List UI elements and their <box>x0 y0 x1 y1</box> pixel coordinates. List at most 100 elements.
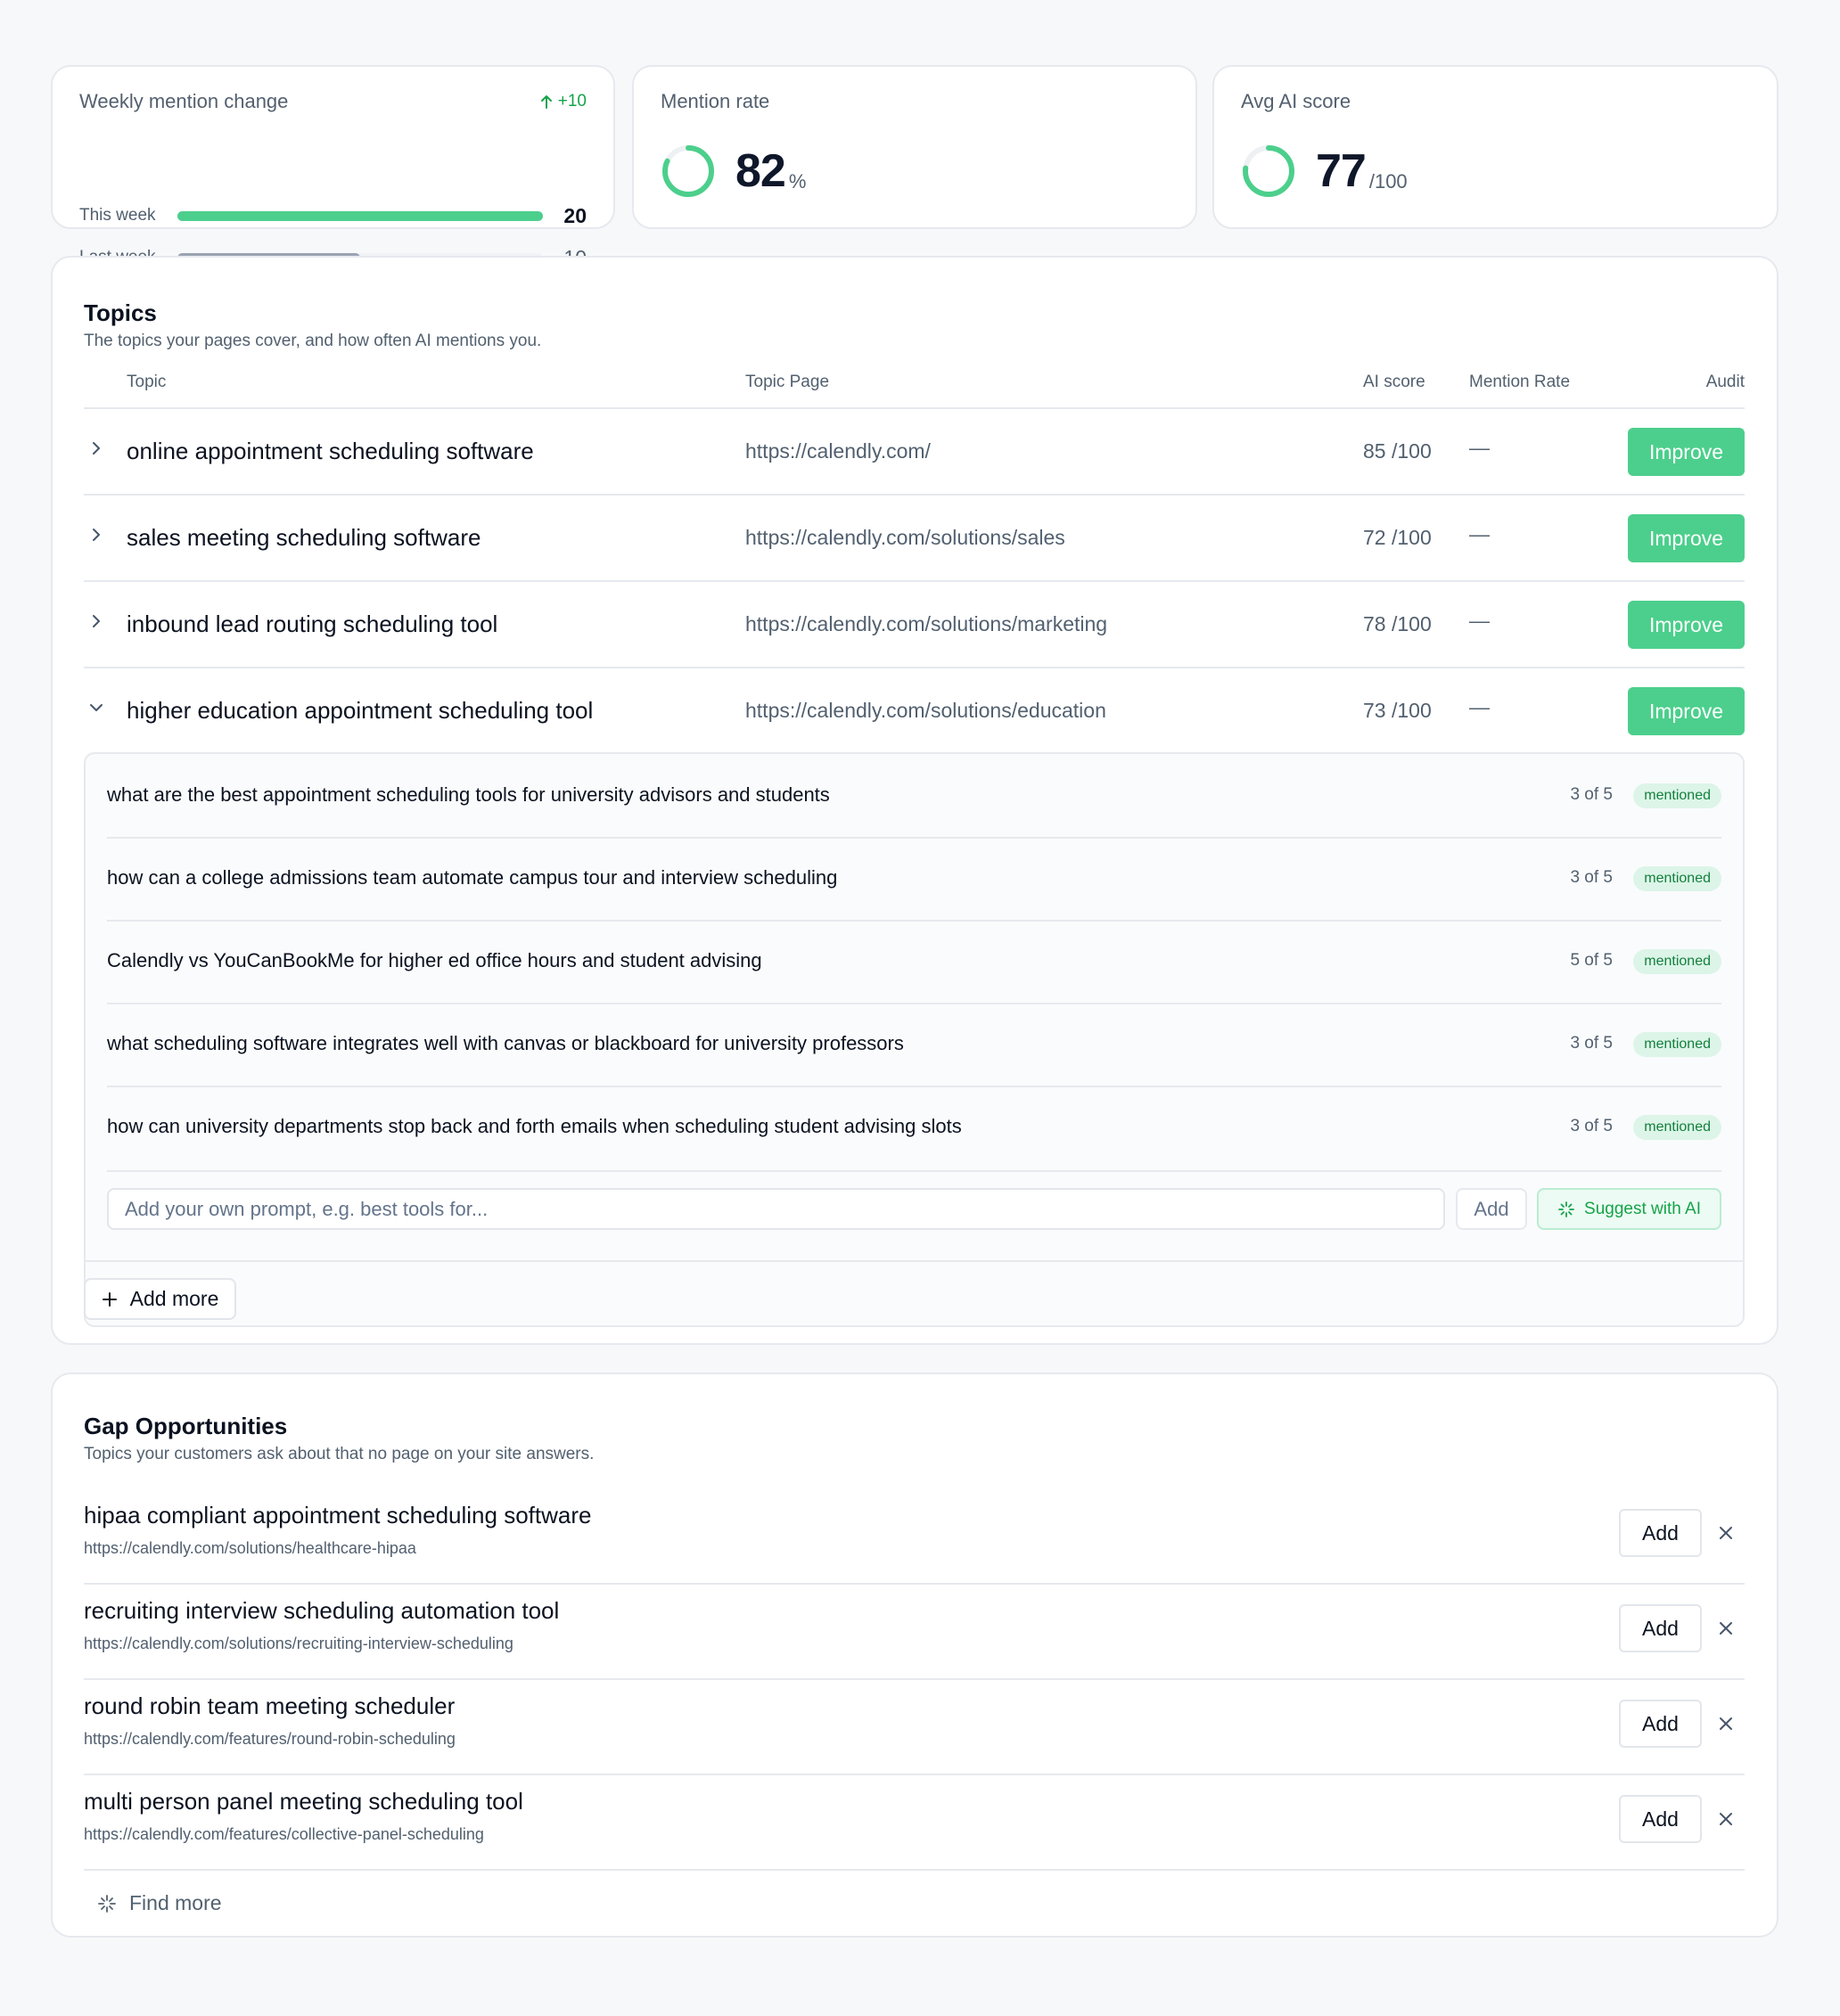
topic-ai-score: 72 /100 <box>1363 526 1432 549</box>
topic-mention-rate: — <box>1469 522 1490 545</box>
mentioned-badge: mentioned <box>1633 1032 1721 1057</box>
dashboard-page: Weekly mention change +10 This week 20 L… <box>0 0 1840 2016</box>
close-icon[interactable] <box>1718 1716 1734 1732</box>
prompt-text: what are the best appointment scheduling… <box>107 783 830 806</box>
prompt-mention-count: 5 of 5 <box>1570 951 1613 970</box>
prompt-text: how can university departments stop back… <box>107 1115 962 1137</box>
prompt-mention-count: 3 of 5 <box>1570 1034 1613 1053</box>
prompts-panel: what are the best appointment scheduling… <box>84 752 1745 1327</box>
prompt-divider <box>107 1170 1721 1172</box>
section-divider <box>84 1260 1745 1262</box>
gap-item: multi person panel meeting scheduling to… <box>84 1774 1745 1869</box>
gap-topic: recruiting interview scheduling automati… <box>84 1597 560 1624</box>
add-more-button[interactable]: Add more <box>84 1278 236 1320</box>
mention-rate-ring <box>662 145 714 197</box>
topic-name: higher education appointment scheduling … <box>127 697 594 724</box>
mention-rate-unit: % <box>788 170 807 193</box>
add-prompt-button[interactable]: Add <box>1456 1188 1527 1230</box>
add-gap-button[interactable]: Add <box>1619 1604 1702 1652</box>
topics-subtitle: The topics your pages cover, and how oft… <box>84 332 542 350</box>
custom-prompt-input[interactable] <box>107 1188 1445 1230</box>
topics-table-header: Topic Topic Page AI score Mention Rate A… <box>84 373 1745 399</box>
mentioned-badge: mentioned <box>1633 1115 1721 1140</box>
add-gap-button[interactable]: Add <box>1619 1795 1702 1843</box>
prompt-mention-count: 3 of 5 <box>1570 868 1613 887</box>
find-more-label: Find more <box>129 1891 222 1914</box>
gap-suggested-url: https://calendly.com/solutions/recruitin… <box>84 1635 513 1652</box>
weekly-delta-value: +10 <box>557 92 587 111</box>
close-icon[interactable] <box>1718 1525 1734 1541</box>
gap-item: recruiting interview scheduling automati… <box>84 1583 1745 1678</box>
this-week-bar-fill <box>177 210 543 221</box>
topic-page-url[interactable]: https://calendly.com/solutions/marketing <box>745 612 1107 636</box>
weekly-mention-card: Weekly mention change +10 This week 20 L… <box>51 65 615 269</box>
weekly-mention-title: Weekly mention change <box>79 90 289 112</box>
gap-item: round robin team meeting scheduler https… <box>84 1678 1745 1774</box>
prompt-row: Calendly vs YouCanBookMe for higher ed o… <box>107 920 1721 1003</box>
gap-suggested-url: https://calendly.com/features/round-robi… <box>84 1730 456 1748</box>
suggest-with-ai-label: Suggest with AI <box>1584 1199 1701 1218</box>
this-week-row: This week 20 <box>79 202 587 229</box>
close-icon[interactable] <box>1718 1620 1734 1636</box>
add-gap-button[interactable]: Add <box>1619 1509 1702 1557</box>
topic-ai-score: 85 /100 <box>1363 439 1432 463</box>
topic-row[interactable]: online appointment scheduling software h… <box>84 409 1745 495</box>
improve-button[interactable]: Improve <box>1628 687 1745 735</box>
arrow-up-icon <box>540 95 552 109</box>
chevron-right-icon[interactable] <box>87 439 105 457</box>
mentioned-badge: mentioned <box>1633 949 1721 974</box>
col-topic: Topic <box>127 373 167 391</box>
close-icon[interactable] <box>1718 1811 1734 1827</box>
mention-rate-card: Mention rate 82 % <box>632 65 1197 229</box>
gap-item: hipaa compliant appointment scheduling s… <box>84 1487 1745 1583</box>
gap-topic: hipaa compliant appointment scheduling s… <box>84 1502 592 1528</box>
add-more-label: Add more <box>129 1287 219 1310</box>
find-more-button[interactable]: Find more <box>97 1891 222 1915</box>
topic-page-url[interactable]: https://calendly.com/solutions/education <box>745 699 1106 723</box>
this-week-label: This week <box>79 206 156 225</box>
gap-suggested-url: https://calendly.com/solutions/healthcar… <box>84 1539 416 1557</box>
ai-score-display: 77 /100 <box>1241 143 1408 199</box>
topic-row[interactable]: inbound lead routing scheduling tool htt… <box>84 582 1745 668</box>
mention-rate-value: 82 <box>735 145 786 197</box>
chevron-right-icon[interactable] <box>87 526 105 544</box>
this-week-bar-track <box>177 210 543 221</box>
col-ai-score: AI score <box>1363 373 1425 391</box>
topic-ai-score: 73 /100 <box>1363 699 1432 722</box>
prompt-row: what scheduling software integrates well… <box>107 1003 1721 1086</box>
plus-icon <box>102 1291 117 1307</box>
chevron-down-icon[interactable] <box>87 699 105 717</box>
topic-mention-rate: — <box>1469 436 1490 459</box>
mention-rate-display: 82 % <box>661 143 806 199</box>
gap-divider <box>84 1869 1745 1871</box>
topic-row[interactable]: sales meeting scheduling software https:… <box>84 496 1745 581</box>
prompt-mention-count: 3 of 5 <box>1570 785 1613 804</box>
gap-topic: round robin team meeting scheduler <box>84 1692 456 1719</box>
prompt-text: Calendly vs YouCanBookMe for higher ed o… <box>107 949 762 971</box>
prompt-text: how can a college admissions team automa… <box>107 866 838 889</box>
sparkle-icon <box>98 1894 116 1913</box>
gaps-title: Gap Opportunities <box>84 1413 288 1439</box>
topic-name: sales meeting scheduling software <box>127 524 481 551</box>
topic-row-expanded[interactable]: higher education appointment scheduling … <box>84 668 1745 754</box>
prompt-row: how can a college admissions team automa… <box>107 837 1721 920</box>
topic-page-url[interactable]: https://calendly.com/solutions/sales <box>745 526 1065 550</box>
this-week-value: 20 <box>563 203 587 227</box>
suggest-with-ai-button[interactable]: Suggest with AI <box>1537 1188 1721 1230</box>
ai-score-card: Avg AI score 77 /100 <box>1212 65 1778 229</box>
mention-rate-title: Mention rate <box>661 90 770 112</box>
gaps-subtitle: Topics your customers ask about that no … <box>84 1445 595 1463</box>
improve-button[interactable]: Improve <box>1628 601 1745 649</box>
improve-button[interactable]: Improve <box>1628 428 1745 476</box>
ai-score-ring <box>1243 145 1294 197</box>
prompt-row: what are the best appointment scheduling… <box>107 754 1721 837</box>
topic-ai-score: 78 /100 <box>1363 612 1432 635</box>
gap-topic: multi person panel meeting scheduling to… <box>84 1788 523 1815</box>
ai-score-unit: /100 <box>1368 170 1408 193</box>
add-gap-button[interactable]: Add <box>1619 1700 1702 1748</box>
improve-button[interactable]: Improve <box>1628 514 1745 562</box>
topic-page-url[interactable]: https://calendly.com/ <box>745 439 931 463</box>
chevron-right-icon[interactable] <box>87 612 105 630</box>
mentioned-badge: mentioned <box>1633 783 1721 808</box>
weekly-delta: +10 <box>540 92 587 111</box>
